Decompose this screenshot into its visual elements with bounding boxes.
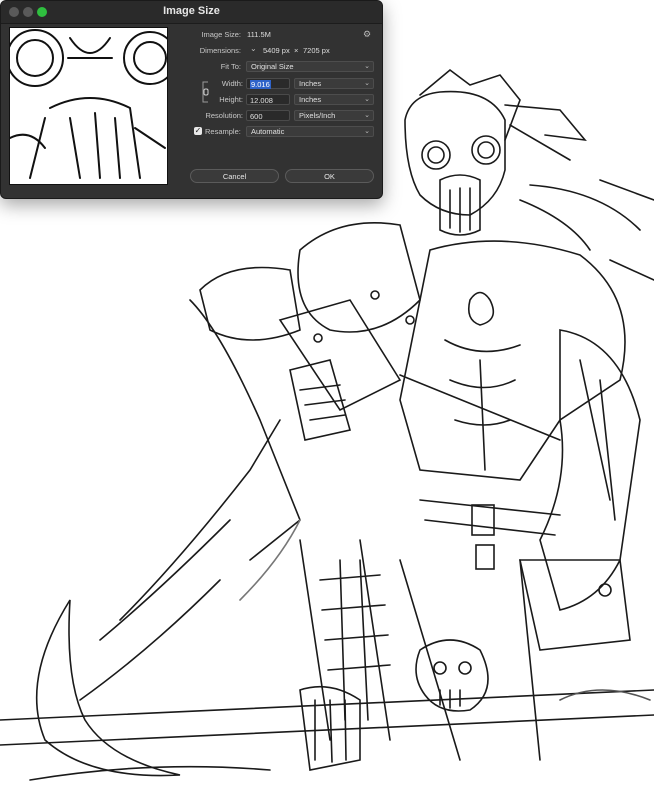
fit-to-value: Original Size (251, 62, 294, 71)
dimensions-height: 7205 px (303, 46, 330, 55)
resample-value: Automatic (251, 127, 285, 136)
chevron-down-icon: ⌄ (364, 112, 370, 119)
resolution-label: Resolution: (205, 111, 243, 120)
width-unit-value: Inches (299, 79, 322, 88)
height-unit-value: Inches (299, 95, 322, 104)
resample-label: Resample: (205, 127, 241, 136)
height-value: 12.008 (250, 96, 273, 105)
resolution-value: 600 (250, 112, 263, 121)
fit-to-dropdown[interactable]: Original Size ⌄ (246, 61, 374, 72)
width-label: Width: (221, 79, 243, 88)
chevron-down-icon: ⌄ (364, 96, 370, 103)
resample-dropdown[interactable]: Automatic ⌄ (246, 126, 374, 137)
height-label: Height: (219, 95, 243, 104)
chevron-down-icon[interactable]: ⌄ (250, 44, 257, 53)
dimensions-label: Dimensions: (199, 46, 241, 55)
preview-sketch (10, 29, 167, 179)
chevron-down-icon: ⌄ (364, 128, 370, 135)
chevron-down-icon: ⌄ (364, 80, 370, 87)
dialog-title: Image Size (163, 5, 220, 17)
dimensions-width: 5409 px (263, 46, 290, 55)
resolution-unit-dropdown[interactable]: Pixels/Inch ⌄ (294, 110, 374, 121)
fit-to-label: Fit To: (220, 62, 241, 71)
height-input[interactable]: 12.008 (246, 94, 290, 105)
image-size-value: 111.5M (247, 30, 271, 39)
width-value: 9.016 (250, 80, 271, 89)
width-unit-dropdown[interactable]: Inches ⌄ (294, 78, 374, 89)
cancel-button[interactable]: Cancel (190, 169, 279, 183)
dialog-titlebar[interactable]: Image Size (1, 1, 382, 24)
resolution-input[interactable]: 600 (246, 110, 290, 121)
height-unit-dropdown[interactable]: Inches ⌄ (294, 94, 374, 105)
gear-icon[interactable]: ⚙ (363, 29, 371, 40)
dimensions-sep: × (294, 46, 299, 55)
image-size-label: Image Size: (201, 30, 241, 39)
ok-button[interactable]: OK (285, 169, 374, 183)
resolution-unit-value: Pixels/Inch (299, 111, 336, 120)
width-input[interactable]: 9.016 (246, 78, 290, 89)
resample-checkbox[interactable]: ✓ (194, 127, 202, 135)
image-size-dialog: Image Size ⚙ Image Size: 111.5M Dimensio… (0, 0, 383, 199)
chevron-down-icon: ⌄ (364, 63, 370, 70)
image-preview[interactable] (9, 27, 168, 185)
